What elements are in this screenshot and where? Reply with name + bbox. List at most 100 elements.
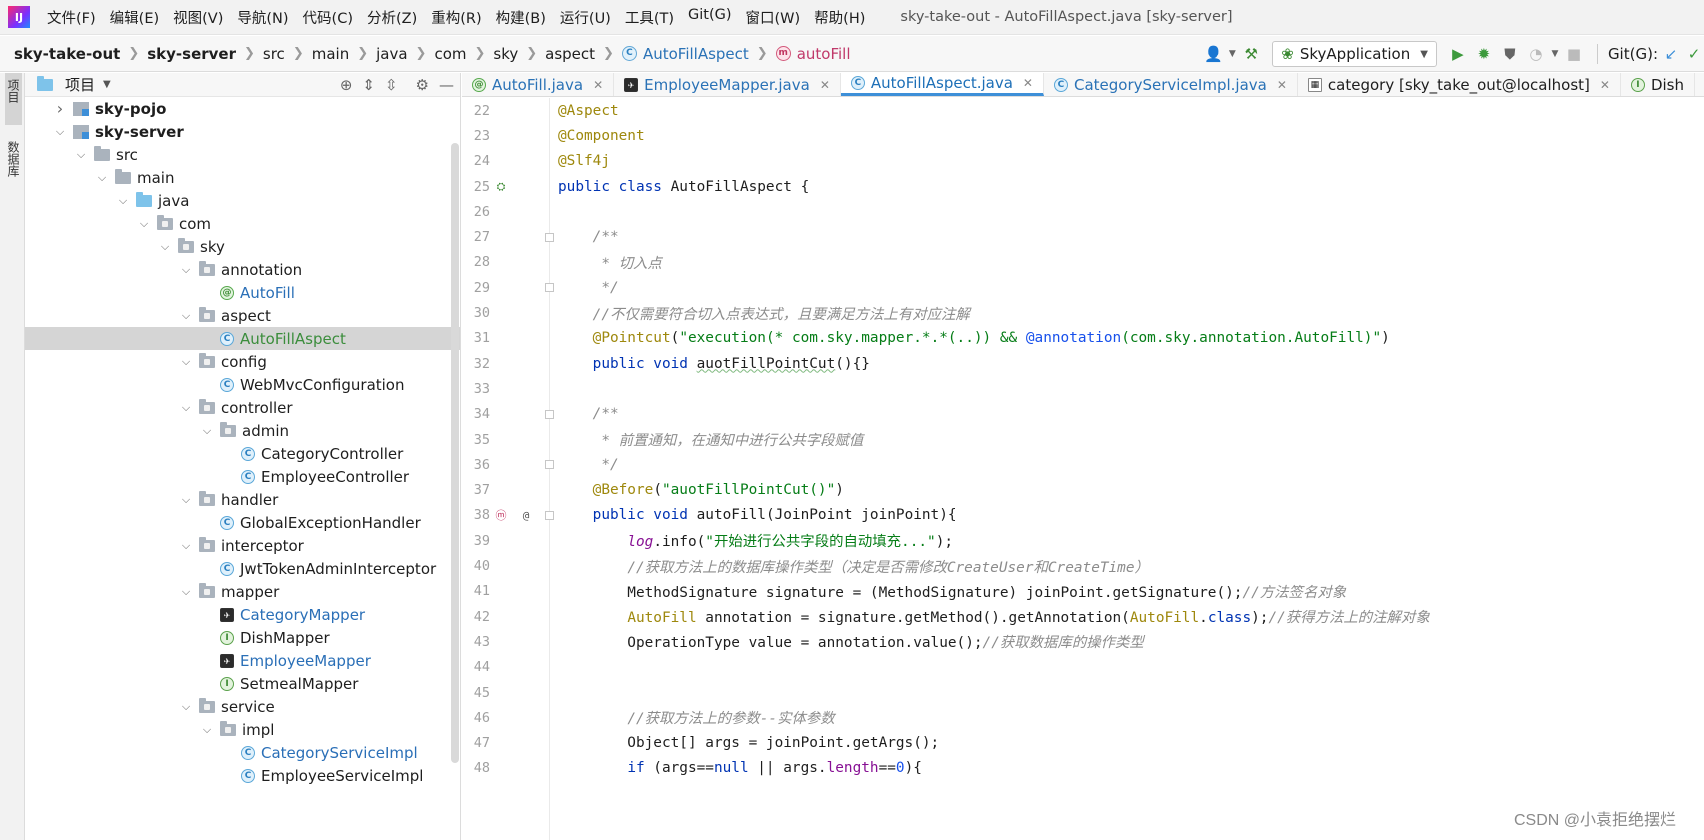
tree-item[interactable]: ⌵ interceptor (25, 534, 460, 557)
project-panel-title[interactable]: 项目 (65, 74, 95, 95)
menu-item[interactable]: 导航(N) (230, 7, 295, 28)
profile-icon[interactable]: ◔ (1523, 41, 1549, 67)
fold-marker-icon[interactable] (545, 510, 554, 520)
tree-item[interactable]: @ AutoFill (25, 281, 460, 304)
fold-marker-icon[interactable] (545, 283, 554, 293)
tree-item[interactable]: ⌵ annotation (25, 258, 460, 281)
close-icon[interactable]: ✕ (1023, 76, 1033, 90)
user-icon[interactable]: 👤 (1200, 41, 1226, 67)
menu-item[interactable]: 视图(V) (166, 7, 230, 28)
chevron-down-icon[interactable]: ▼ (1226, 41, 1238, 67)
tool-tab-project[interactable]: 项目 (5, 73, 22, 125)
tree-item[interactable]: › sky-pojo (25, 97, 460, 120)
menu-item[interactable]: 运行(U) (553, 7, 618, 28)
chevron-down-icon[interactable]: ⌵ (53, 125, 67, 139)
tree-item[interactable]: C CategoryServiceImpl (25, 741, 460, 764)
chevron-down-icon[interactable]: ▼ (103, 79, 111, 90)
close-icon[interactable]: ✕ (593, 78, 603, 92)
aspect-gutter-icon[interactable]: ⛭ (492, 178, 510, 196)
chevron-down-icon[interactable]: ⌵ (179, 355, 193, 369)
chevron-down-icon[interactable]: ⌵ (116, 194, 130, 208)
chevron-down-icon[interactable]: ⌵ (95, 171, 109, 185)
stop-icon[interactable]: ■ (1561, 41, 1587, 67)
breadcrumb-item[interactable]: sky-server (147, 45, 236, 63)
chevron-down-icon[interactable]: ⌵ (179, 309, 193, 323)
editor-tab[interactable]: I Dish (1621, 73, 1695, 96)
chevron-down-icon[interactable]: ⌵ (179, 493, 193, 507)
chevron-down-icon[interactable]: ⌵ (179, 700, 193, 714)
method-gutter-icon[interactable]: ⓜ (492, 506, 510, 524)
tree-item[interactable]: C EmployeeServiceImpl (25, 764, 460, 787)
debug-icon[interactable]: ✹ (1471, 41, 1497, 67)
editor-tab[interactable]: C CategoryServiceImpl.java ✕ (1044, 73, 1298, 96)
tree-item[interactable]: ⌵ src (25, 143, 460, 166)
chevron-down-icon[interactable]: ▼ (1549, 41, 1561, 67)
menu-item[interactable]: 构建(B) (489, 7, 553, 28)
tree-item[interactable]: ⌵ admin (25, 419, 460, 442)
tree-item[interactable]: ✈ EmployeeMapper (25, 649, 460, 672)
menu-item[interactable]: 编辑(E) (103, 7, 166, 28)
close-icon[interactable]: ✕ (1277, 78, 1287, 92)
tree-item[interactable]: ⌵ com (25, 212, 460, 235)
chevron-down-icon[interactable]: ⌵ (74, 148, 88, 162)
gear-icon[interactable]: ⚙ (416, 76, 429, 94)
chevron-down-icon[interactable]: ⌵ (179, 401, 193, 415)
git-update-icon[interactable]: ↙ (1658, 41, 1684, 67)
tree-item[interactable]: ⌵ aspect (25, 304, 460, 327)
editor-tab[interactable]: C AutoFillAspect.java ✕ (840, 73, 1044, 96)
build-hammer-icon[interactable]: ⚒ (1238, 41, 1264, 67)
chevron-down-icon[interactable]: ⌵ (200, 723, 214, 737)
fold-marker-icon[interactable] (545, 460, 554, 470)
menu-item[interactable]: 窗口(W) (739, 7, 808, 28)
tree-item[interactable]: ⌵ controller (25, 396, 460, 419)
breadcrumb-item[interactable]: com (434, 45, 466, 63)
tree-item[interactable]: ⌵ service (25, 695, 460, 718)
menu-item[interactable]: 帮助(H) (807, 7, 872, 28)
run-icon[interactable]: ▶ (1445, 41, 1471, 67)
collapse-all-icon[interactable]: ⇳ (385, 76, 398, 94)
breadcrumb-item[interactable]: sky (493, 45, 518, 63)
chevron-down-icon[interactable]: ⌵ (158, 240, 172, 254)
menu-item[interactable]: 文件(F) (40, 7, 103, 28)
tree-item[interactable]: ⌵ sky-server (25, 120, 460, 143)
editor-tab[interactable]: ✈ EmployeeMapper.java ✕ (614, 73, 841, 96)
tree-item[interactable]: I DishMapper (25, 626, 460, 649)
tree-item[interactable]: ⌵ impl (25, 718, 460, 741)
tree-item[interactable]: ⌵ sky (25, 235, 460, 258)
menu-item[interactable]: 工具(T) (618, 7, 681, 28)
tree-item[interactable]: ⌵ handler (25, 488, 460, 511)
breadcrumb-item[interactable]: main (312, 45, 349, 63)
close-icon[interactable]: ✕ (820, 78, 830, 92)
minimize-icon[interactable]: — (439, 76, 454, 94)
tree-item[interactable]: ⌵ main (25, 166, 460, 189)
menu-item[interactable]: 代码(C) (296, 7, 360, 28)
chevron-down-icon[interactable]: ⌵ (200, 424, 214, 438)
breadcrumb-item[interactable]: AutoFillAspect (643, 45, 749, 63)
tree-item[interactable]: C JwtTokenAdminInterceptor (25, 557, 460, 580)
fold-marker-icon[interactable] (545, 409, 554, 419)
breadcrumb-item[interactable]: aspect (545, 45, 595, 63)
tree-item[interactable]: ✈ CategoryMapper (25, 603, 460, 626)
editor-tab[interactable]: ▦ category [sky_take_out@localhost] ✕ (1298, 73, 1621, 96)
tree-item[interactable]: ⌵ java (25, 189, 460, 212)
chevron-down-icon[interactable]: ⌵ (137, 217, 151, 231)
tool-tab-database[interactable]: 数据库 (5, 135, 22, 199)
advice-gutter-icon[interactable]: @ (517, 506, 535, 524)
scrollbar[interactable] (451, 143, 459, 763)
breadcrumb-item[interactable]: java (376, 45, 407, 63)
tree-item[interactable]: I SetmealMapper (25, 672, 460, 695)
editor-tab[interactable]: @ AutoFill.java ✕ (462, 73, 615, 96)
breadcrumb-item[interactable]: src (263, 45, 285, 63)
tree-item[interactable]: C CategoryController (25, 442, 460, 465)
chevron-right-icon[interactable]: › (53, 99, 67, 118)
chevron-down-icon[interactable]: ⌵ (179, 585, 193, 599)
chevron-down-icon[interactable]: ⌵ (179, 263, 193, 277)
menu-item[interactable]: 重构(R) (424, 7, 488, 28)
tree-item[interactable]: ⌵ config (25, 350, 460, 373)
breadcrumb-item[interactable]: autoFill (797, 45, 851, 63)
breadcrumb-item[interactable]: sky-take-out (14, 45, 120, 63)
expand-all-icon[interactable]: ⇕ (362, 76, 375, 94)
tree-item[interactable]: ⌵ mapper (25, 580, 460, 603)
tree-item[interactable]: C EmployeeController (25, 465, 460, 488)
menu-item[interactable]: 分析(Z) (360, 7, 424, 28)
